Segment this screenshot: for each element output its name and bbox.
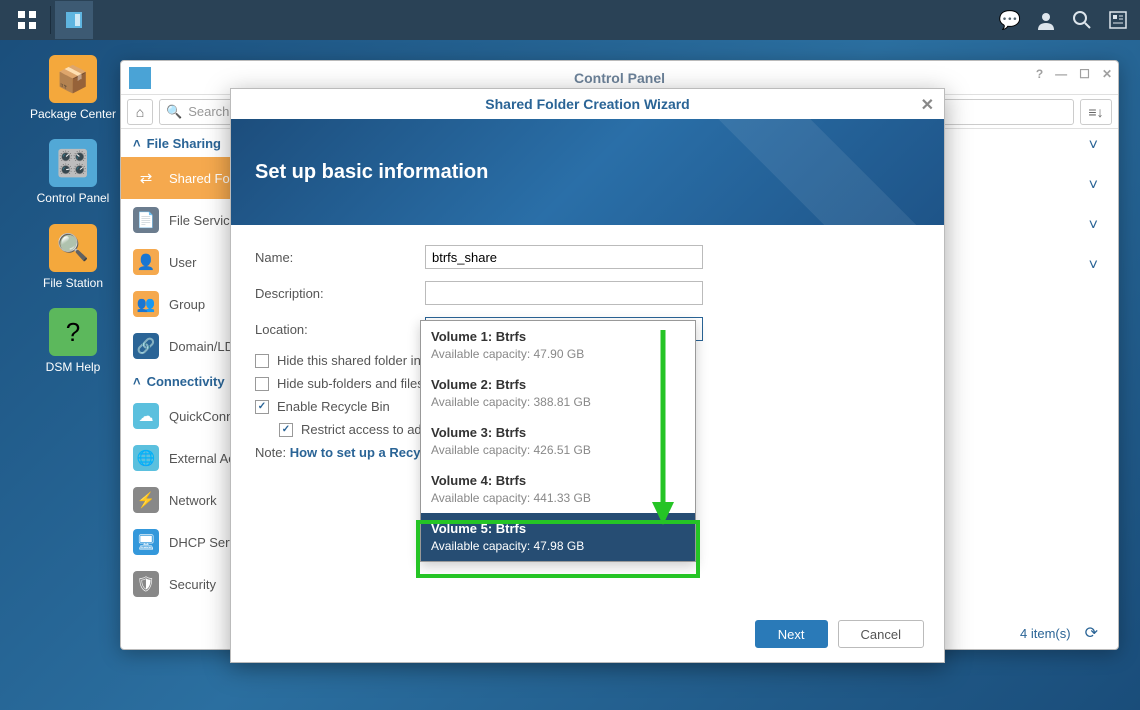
description-input[interactable] [425, 281, 703, 305]
help-button[interactable]: ? [1036, 67, 1043, 81]
wizard-title-bar[interactable]: Shared Folder Creation Wizard ✕ [231, 89, 944, 119]
wizard-heading: Set up basic information [255, 161, 488, 184]
home-button[interactable]: ⌂ [127, 99, 153, 125]
cloud-icon: ☁ [133, 403, 159, 429]
user-menu-icon[interactable] [1032, 6, 1060, 34]
chevron-down-icon[interactable]: ˅ [1089, 217, 1098, 235]
location-dropdown: Volume 1: BtrfsAvailable capacity: 47.90… [420, 320, 696, 562]
name-input[interactable] [425, 245, 703, 269]
next-button[interactable]: Next [755, 620, 828, 648]
control-panel-task-icon[interactable] [55, 1, 93, 39]
system-topbar: 💬 [0, 0, 1140, 40]
chevron-down-icon[interactable]: ˅ [1089, 137, 1098, 155]
volume-option-3[interactable]: Volume 3: BtrfsAvailable capacity: 426.5… [421, 417, 695, 465]
file-station-label: File Station [43, 276, 103, 290]
notification-icon[interactable]: 💬 [996, 6, 1024, 34]
sort-button[interactable]: ≡↓ [1080, 99, 1112, 125]
network-icon: ⚡ [133, 487, 159, 513]
name-label: Name: [255, 250, 425, 265]
volume-option-4[interactable]: Volume 4: BtrfsAvailable capacity: 441.3… [421, 465, 695, 513]
volume-option-5[interactable]: Volume 5: BtrfsAvailable capacity: 47.98… [421, 513, 695, 561]
minimize-button[interactable]: — [1055, 67, 1067, 81]
dhcp-icon: 🖥 [133, 529, 159, 555]
domain-icon: 🔗 [133, 333, 159, 359]
group-icon: 👥 [133, 291, 159, 317]
wizard-hero: Set up basic information [231, 119, 944, 225]
desktop-icons: 📦Package Center 🎛️Control Panel 🔍File St… [28, 55, 118, 375]
location-label: Location: [255, 322, 425, 337]
window-title: Control Panel [574, 70, 665, 86]
wizard-title: Shared Folder Creation Wizard [485, 96, 689, 112]
cancel-button[interactable]: Cancel [838, 620, 924, 648]
package-center-label: Package Center [30, 107, 116, 121]
chevron-down-icon[interactable]: ˅ [1089, 177, 1098, 195]
user-icon: 👤 [133, 249, 159, 275]
item-count: 4 item(s) [1020, 626, 1071, 641]
file-station-icon[interactable]: 🔍File Station [28, 224, 118, 290]
window-app-icon [129, 67, 151, 89]
shield-icon: 🛡 [133, 571, 159, 597]
search-icon[interactable] [1068, 6, 1096, 34]
package-center-icon[interactable]: 📦Package Center [28, 55, 118, 121]
volume-option-2[interactable]: Volume 2: BtrfsAvailable capacity: 388.8… [421, 369, 695, 417]
refresh-icon[interactable]: ⟳ [1085, 623, 1098, 643]
widgets-icon[interactable] [1104, 6, 1132, 34]
volume-option-1[interactable]: Volume 1: BtrfsAvailable capacity: 47.90… [421, 321, 695, 369]
share-icon: ⇄ [133, 165, 159, 191]
description-label: Description: [255, 286, 425, 301]
control-panel-label: Control Panel [37, 191, 110, 205]
globe-icon: 🌐 [133, 445, 159, 471]
dsm-help-icon[interactable]: ?DSM Help [28, 308, 118, 374]
file-icon: 📄 [133, 207, 159, 233]
dsm-help-label: DSM Help [46, 360, 101, 374]
control-panel-icon[interactable]: 🎛️Control Panel [28, 139, 118, 205]
apps-menu-icon[interactable] [8, 1, 46, 39]
maximize-button[interactable]: ☐ [1079, 67, 1090, 81]
close-icon[interactable]: ✕ [921, 95, 934, 115]
close-button[interactable]: ✕ [1102, 67, 1112, 81]
chevron-down-icon[interactable]: ˅ [1089, 257, 1098, 275]
